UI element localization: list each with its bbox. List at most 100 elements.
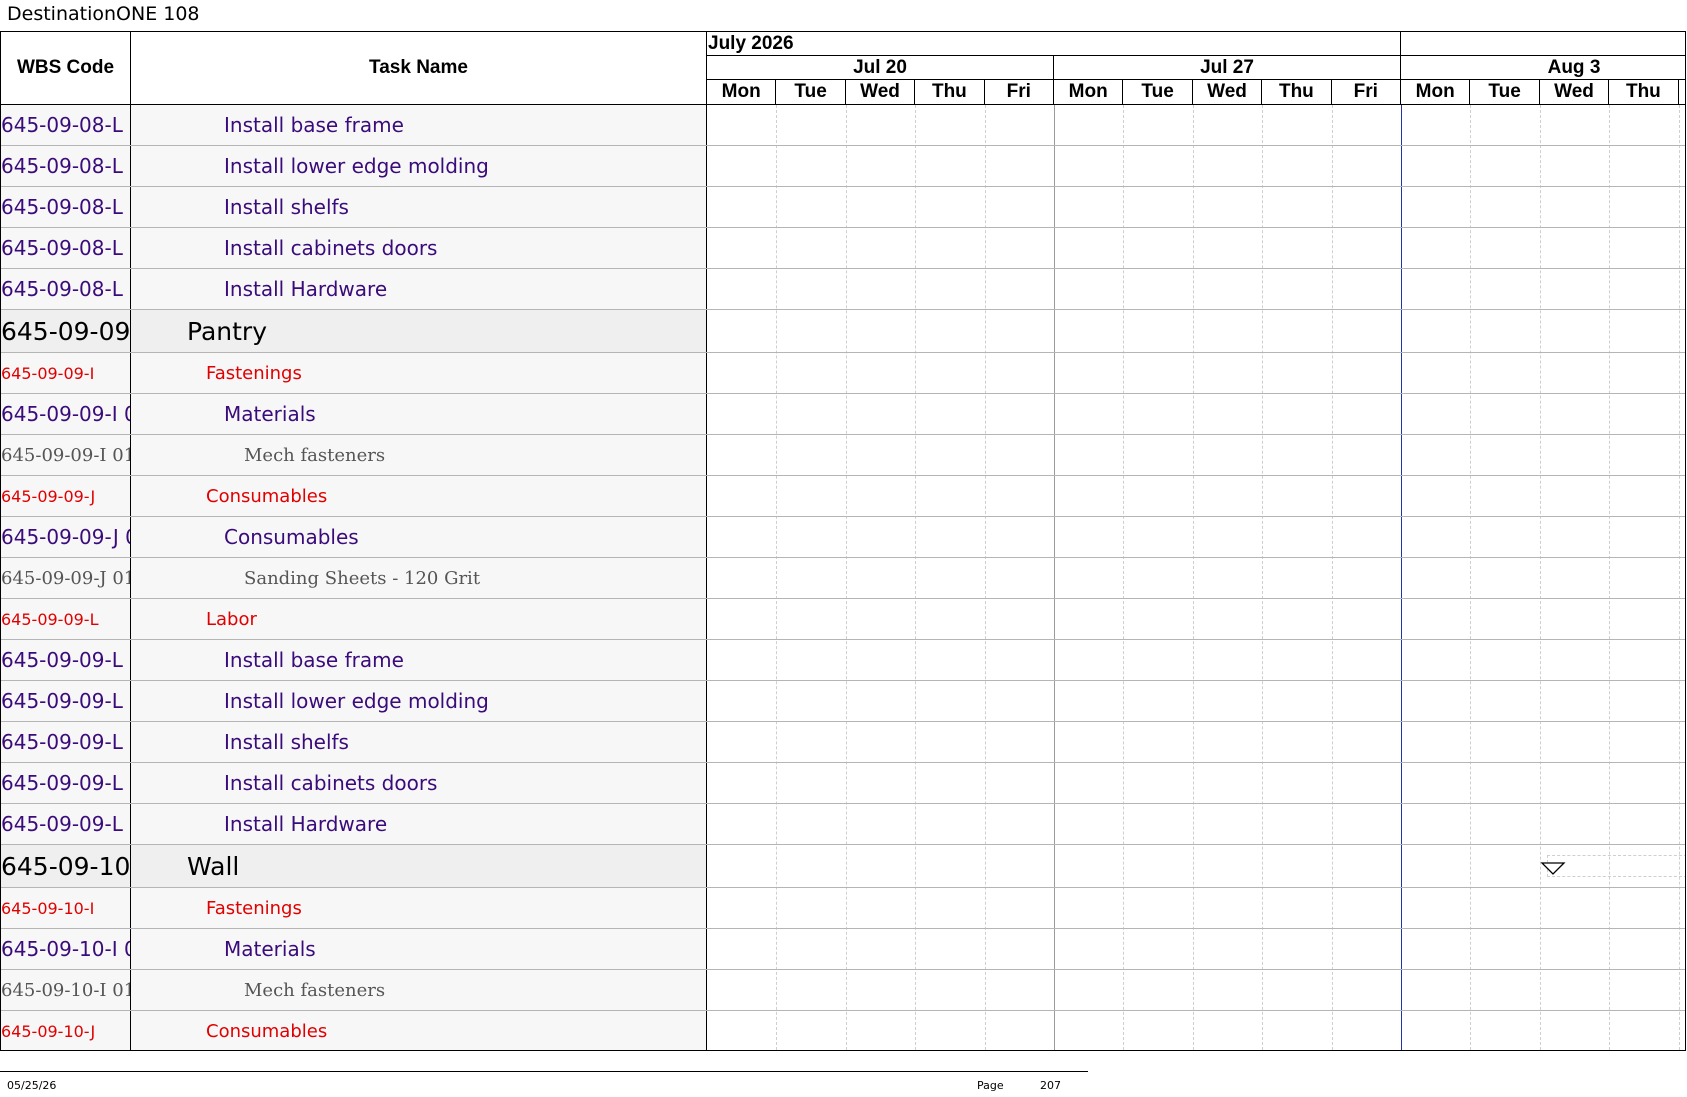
wbs-code-cell: 645-09-08-L 0	[1, 187, 131, 227]
table-row[interactable]: 645-09-09-L Labor	[1, 599, 707, 640]
task-name-cell: Mech fasteners	[131, 435, 707, 475]
wbs-code-cell: 645-09-10	[1, 845, 131, 887]
task-name-text: Materials	[224, 402, 316, 426]
task-name-text: Install Hardware	[224, 277, 388, 301]
grid-row-line	[707, 309, 1685, 310]
gantt-grid	[707, 105, 1685, 1050]
task-name-cell: Wall	[131, 845, 707, 887]
table-row[interactable]: 645-09-09-L 0 Install lower edge molding	[1, 681, 707, 722]
grid-line	[1123, 105, 1125, 1050]
wbs-code-cell: 645-09-09-L 0	[1, 763, 131, 803]
grid-row-line	[707, 639, 1685, 640]
task-name-cell: Install lower edge molding	[131, 146, 707, 186]
timeline-day: Tue	[776, 80, 846, 104]
task-name-cell: Consumables	[131, 476, 707, 516]
timeline-day: Thu	[1609, 80, 1679, 104]
timeline-day: Wed	[1193, 80, 1263, 104]
table-row[interactable]: 645-09-09-I 01- Mech fasteners	[1, 435, 707, 476]
task-name-text: Fastenings	[206, 362, 302, 384]
grid-line	[1470, 105, 1472, 1050]
wbs-code-cell: 645-09-09-I	[1, 353, 131, 393]
task-name-text: Install base frame	[224, 113, 404, 137]
grid-row-line	[707, 762, 1685, 763]
grid-row-line	[707, 475, 1685, 476]
timeline-header: July 2026 Jul 20 Jul 27 Aug 3 Mon Tue Wed Thu Fr…	[707, 32, 1685, 105]
table-row[interactable]: 645-09-09-J 01 Sanding Sheets - 120 Grit	[1, 558, 707, 599]
wbs-code-cell: 645-09-10-I 01-	[1, 970, 131, 1010]
wbs-code-cell: 645-09-09-J	[1, 476, 131, 516]
timeline-week: Jul 20	[707, 56, 1054, 80]
grid-line	[1054, 105, 1055, 1050]
footer-page-number: 207	[1040, 1079, 1061, 1092]
wbs-code-cell: 645-09-08-L 0	[1, 228, 131, 268]
grid-line	[776, 105, 778, 1050]
grid-row-line	[707, 1010, 1685, 1011]
wbs-code-cell: 645-09-08-L 0	[1, 269, 131, 309]
task-name-text: Mech fasteners	[244, 979, 386, 1001]
table-row[interactable]: 645-09-09 Pantry	[1, 310, 707, 353]
table-row[interactable]: 645-09-09-L 0 Install Hardware	[1, 804, 707, 845]
timeline-day: Mon	[1401, 80, 1471, 104]
table-row[interactable]: 645-09-09-J Consumables	[1, 476, 707, 517]
grid-row-line	[707, 393, 1685, 394]
table-row[interactable]: 645-09-09-I Fastenings	[1, 353, 707, 394]
task-name-text: Consumables	[224, 525, 359, 549]
wbs-code-cell: 645-09-10-J	[1, 1011, 131, 1050]
timeline-day: Fri	[985, 80, 1054, 104]
table-row[interactable]: 645-09-09-J 0 Consumables	[1, 517, 707, 558]
table-row[interactable]: 645-09-10-I Fastenings	[1, 888, 707, 929]
wbs-code-cell: 645-09-09-J 01	[1, 558, 131, 598]
task-name-cell: Install Hardware	[131, 269, 707, 309]
table-row[interactable]: 645-09-08-L 0 Install Hardware	[1, 269, 707, 310]
table-row[interactable]: 645-09-08-L 0 Install base frame	[1, 105, 707, 146]
task-name-text: Materials	[224, 937, 316, 961]
table-row[interactable]: 645-09-08-L 0 Install lower edge molding	[1, 146, 707, 187]
timeline-day: Thu	[1262, 80, 1332, 104]
task-name-text: Install lower edge molding	[224, 154, 489, 178]
task-name-cell: Install shelfs	[131, 187, 707, 227]
table-row[interactable]: 645-09-08-L 0 Install cabinets doors	[1, 228, 707, 269]
grid-row-line	[707, 969, 1685, 970]
table-row[interactable]: 645-09-10 Wall	[1, 845, 707, 888]
task-name-cell: Consumables	[131, 1011, 707, 1050]
table-row[interactable]: 645-09-08-L 0 Install shelfs	[1, 187, 707, 228]
grid-line	[984, 105, 986, 1050]
task-name-text: Fastenings	[206, 897, 302, 919]
task-name-cell: Pantry	[131, 310, 707, 352]
timeline-week: Jul 27	[1054, 56, 1401, 80]
timeline-month	[1401, 32, 1685, 56]
grid-row-line	[707, 227, 1685, 228]
grid-row-line	[707, 434, 1685, 435]
table-row[interactable]: 645-09-09-L 0 Install shelfs	[1, 722, 707, 763]
task-name-cell: Fastenings	[131, 353, 707, 393]
table-row[interactable]: 645-09-09-L 0 Install base frame	[1, 640, 707, 681]
grid-line	[1678, 105, 1680, 1050]
table-row[interactable]: 645-09-09-I 0 Materials	[1, 394, 707, 435]
task-name-text: Install Hardware	[224, 812, 388, 836]
table-row[interactable]: 645-09-09-L 0 Install cabinets doors	[1, 763, 707, 804]
gantt-sheet: WBS Code Task Name July 2026 Jul 20 Jul 27…	[0, 31, 1686, 1051]
grid-row-line	[707, 928, 1685, 929]
table-row[interactable]: 645-09-10-J Consumables	[1, 1011, 707, 1050]
task-name-cell: Materials	[131, 929, 707, 969]
wbs-code-cell: 645-09-09	[1, 310, 131, 352]
task-name-text: Install base frame	[224, 648, 404, 672]
task-rows: 645-09-08-L 0 Install base frame 645-09-08…	[1, 105, 707, 1050]
grid-row-line	[707, 680, 1685, 681]
task-name-cell: Install base frame	[131, 105, 707, 145]
task-name-cell: Materials	[131, 394, 707, 434]
grid-row-line	[707, 887, 1685, 888]
milestone-triangle-icon[interactable]	[1540, 861, 1566, 877]
table-row[interactable]: 645-09-10-I 01- Mech fasteners	[1, 970, 707, 1011]
timeline-day: Fri	[1332, 80, 1401, 104]
task-name-text: Install lower edge molding	[224, 689, 489, 713]
task-name-cell: Install lower edge molding	[131, 681, 707, 721]
table-row[interactable]: 645-09-10-I 0 Materials	[1, 929, 707, 970]
task-column-header[interactable]: Task Name	[131, 32, 707, 105]
task-name-cell: Install cabinets doors	[131, 763, 707, 803]
wbs-column-header[interactable]: WBS Code	[1, 32, 131, 105]
wbs-code-cell: 645-09-09-L 0	[1, 640, 131, 680]
footer-page-label: Page	[977, 1079, 1004, 1092]
grid-line	[1401, 105, 1402, 1050]
grid-line	[1331, 105, 1333, 1050]
